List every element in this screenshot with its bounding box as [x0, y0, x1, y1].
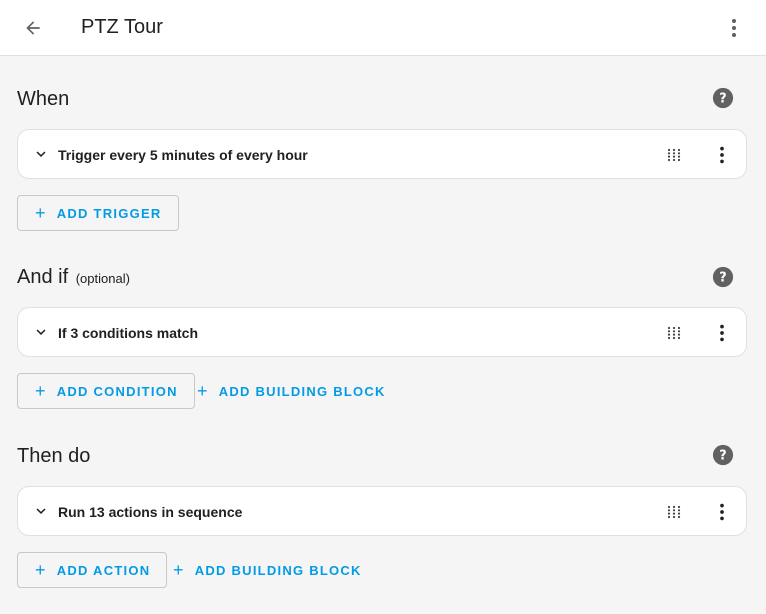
svg-text:?: ?: [719, 449, 726, 464]
add-trigger-button[interactable]: + ADD TRIGGER: [17, 195, 179, 231]
card-menu-button[interactable]: [710, 500, 734, 524]
section-title: And if: [17, 266, 69, 288]
card-menu-button[interactable]: [710, 143, 734, 167]
overflow-menu-button[interactable]: [720, 14, 748, 42]
help-button-actions[interactable]: ?: [712, 444, 734, 466]
drag-handle-icon[interactable]: [662, 143, 686, 167]
svg-text:?: ?: [719, 92, 726, 107]
add-building-block-label: ADD BUILDING BLOCK: [194, 562, 362, 578]
trigger-card-label: Trigger every 5 minutes of every hour: [58, 147, 308, 163]
help-circle-icon: ?: [712, 266, 734, 288]
add-condition-button[interactable]: + ADD CONDITION: [17, 373, 195, 409]
dots-vertical-icon: [720, 146, 724, 164]
section-title: When: [17, 88, 70, 110]
help-button-triggers[interactable]: ?: [712, 87, 734, 109]
help-circle-icon: ?: [712, 444, 734, 466]
plus-icon: +: [35, 560, 47, 580]
action-card-label: Run 13 actions in sequence: [58, 504, 243, 520]
condition-card-label: If 3 conditions match: [58, 325, 199, 341]
card-menu-button[interactable]: [710, 321, 734, 345]
add-trigger-label: ADD TRIGGER: [56, 205, 162, 221]
add-condition-label: ADD CONDITION: [56, 383, 178, 399]
condition-card[interactable]: If 3 conditions match: [17, 307, 747, 357]
action-card[interactable]: Run 13 actions in sequence: [17, 486, 747, 536]
section-heading-triggers: When: [17, 86, 69, 112]
arrow-left-icon: [26, 21, 40, 35]
drag-handle-icon[interactable]: [662, 321, 686, 345]
chevron-down-icon[interactable]: [30, 500, 52, 522]
add-action-label: ADD ACTION: [56, 562, 151, 578]
add-building-block-button[interactable]: + ADD BUILDING BLOCK: [173, 552, 362, 588]
add-building-block-label: ADD BUILDING BLOCK: [218, 383, 386, 399]
chevron-down-icon[interactable]: [30, 143, 52, 165]
trigger-card[interactable]: Trigger every 5 minutes of every hour: [17, 129, 747, 179]
top-app-bar: PTZ Tour: [0, 0, 766, 56]
section-title: Then do: [17, 445, 91, 467]
plus-icon: +: [197, 381, 209, 401]
help-circle-icon: ?: [712, 87, 734, 109]
plus-icon: +: [173, 560, 185, 580]
dots-vertical-icon: [720, 503, 724, 521]
svg-text:?: ?: [719, 271, 726, 286]
dots-vertical-icon: [720, 324, 724, 342]
drag-handle-icon[interactable]: [662, 500, 686, 524]
chevron-down-icon[interactable]: [30, 321, 52, 343]
optional-label: (optional): [75, 271, 130, 286]
dots-vertical-icon: [732, 19, 736, 37]
back-button[interactable]: [16, 11, 50, 45]
add-action-button[interactable]: + ADD ACTION: [17, 552, 168, 588]
plus-icon: +: [35, 381, 47, 401]
help-button-conditions[interactable]: ?: [712, 266, 734, 288]
section-heading-actions: Then do: [17, 443, 90, 469]
plus-icon: +: [35, 203, 47, 223]
page-title: PTZ Tour: [81, 16, 163, 38]
add-building-block-button[interactable]: + ADD BUILDING BLOCK: [197, 373, 386, 409]
section-heading-conditions: And if (optional): [17, 264, 130, 292]
